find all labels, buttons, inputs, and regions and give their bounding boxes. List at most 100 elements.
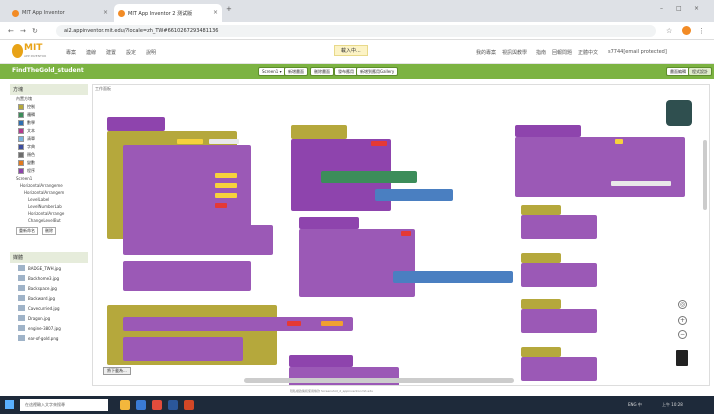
component-tree-item[interactable]: LevelLabel xyxy=(10,196,88,203)
taskbar-search[interactable]: 在這裡輸入文字來搜尋 xyxy=(20,399,108,411)
profile-avatar[interactable] xyxy=(682,26,691,35)
block-slot[interactable] xyxy=(615,139,623,144)
menu-settings[interactable]: 設定 xyxy=(126,49,136,56)
menu-tutorials[interactable]: 視訊與教學 xyxy=(502,49,527,56)
set-block[interactable] xyxy=(123,261,251,291)
menu-help[interactable]: 說明 xyxy=(146,49,156,56)
block-slot[interactable] xyxy=(611,181,671,186)
menu-build[interactable]: 建置 xyxy=(106,49,116,56)
trash-icon[interactable] xyxy=(676,350,688,366)
zoom-in-icon[interactable]: + xyxy=(678,316,687,325)
menu-my-projects[interactable]: 我的專案 xyxy=(476,49,496,56)
block-slot[interactable] xyxy=(215,173,237,178)
maximize-icon[interactable]: □ xyxy=(676,5,682,12)
event-block[interactable] xyxy=(291,125,347,139)
procedure-block[interactable] xyxy=(299,229,415,297)
close-icon[interactable]: × xyxy=(103,9,108,16)
builtin-category[interactable]: 清單 xyxy=(18,135,88,143)
screen-select[interactable]: Screen1 ▾ xyxy=(258,67,286,76)
component-tree-item[interactable]: HorizontalArrangem xyxy=(10,189,88,196)
logic-block[interactable] xyxy=(321,171,417,183)
block-slot[interactable] xyxy=(177,139,203,144)
set-block[interactable] xyxy=(521,263,597,287)
file-explorer-icon[interactable] xyxy=(120,400,130,410)
menu-guide[interactable]: 指南 xyxy=(536,49,546,56)
add-screen-button[interactable]: 新增畫面 xyxy=(284,67,308,76)
media-item[interactable]: Backhome3.jpg xyxy=(10,273,88,283)
back-icon[interactable]: ← xyxy=(8,27,14,35)
procedure-call-block[interactable] xyxy=(123,145,251,237)
builtin-category[interactable]: 文本 xyxy=(18,127,88,135)
block-slot[interactable] xyxy=(215,203,227,208)
component-tree-item[interactable]: HorizontalArrange xyxy=(10,210,88,217)
set-block[interactable] xyxy=(123,337,243,361)
media-item[interactable]: Backward.jpg xyxy=(10,293,88,303)
builtin-category[interactable]: 字典 xyxy=(18,143,88,151)
remove-screen-button[interactable]: 刪除畫面 xyxy=(310,67,334,76)
set-block[interactable] xyxy=(123,317,353,331)
gallery-button[interactable]: 新增到應用Gallery xyxy=(356,67,399,76)
event-block[interactable] xyxy=(521,205,561,215)
blocks-workspace[interactable]: 工作面板 將下載為... xyxy=(92,84,710,386)
block-slot[interactable] xyxy=(215,193,237,198)
block-slot[interactable] xyxy=(371,141,387,146)
procedure-block[interactable] xyxy=(289,355,353,367)
rename-button[interactable]: 重新命名 xyxy=(16,227,38,235)
menu-language[interactable]: 正體中文 xyxy=(578,49,598,56)
builtin-category[interactable]: 變數 xyxy=(18,159,88,167)
vertical-scrollbar[interactable] xyxy=(703,140,707,210)
word-icon[interactable] xyxy=(168,400,178,410)
media-item[interactable]: BADGE_TWH.jpg xyxy=(10,263,88,273)
event-block[interactable] xyxy=(521,253,561,263)
menu-dots-icon[interactable]: ⋮ xyxy=(698,27,705,35)
media-item[interactable]: Backspace.jpg xyxy=(10,283,88,293)
menu-account[interactable]: s7744[email protected] xyxy=(608,49,667,55)
builtin-category[interactable]: 數學 xyxy=(18,119,88,127)
new-tab-icon[interactable]: + xyxy=(226,5,232,13)
tray-language[interactable]: ENG 中 xyxy=(628,402,642,408)
minimize-icon[interactable]: – xyxy=(660,5,663,12)
block-slot[interactable] xyxy=(287,321,301,326)
procedure-block[interactable] xyxy=(515,137,685,197)
builtin-category[interactable]: 控制 xyxy=(18,103,88,111)
block-slot[interactable] xyxy=(215,183,237,188)
procedure-block[interactable] xyxy=(515,125,581,137)
builtin-category[interactable]: 邏輯 xyxy=(18,111,88,119)
edge-icon[interactable] xyxy=(136,400,146,410)
procedure-block[interactable] xyxy=(289,367,399,385)
blocks-button[interactable]: 程式設計 xyxy=(688,67,712,76)
event-block[interactable] xyxy=(107,117,165,131)
delete-button[interactable]: 刪除 xyxy=(42,227,56,235)
menu-connect[interactable]: 連線 xyxy=(86,49,96,56)
block-slot[interactable] xyxy=(401,231,411,236)
zoom-out-icon[interactable]: − xyxy=(678,330,687,339)
set-block[interactable] xyxy=(123,225,273,255)
media-item[interactable]: Dragon.jpg xyxy=(10,313,88,323)
reload-icon[interactable]: ↻ xyxy=(32,27,38,35)
powerpoint-icon[interactable] xyxy=(184,400,194,410)
recenter-icon[interactable]: ◎ xyxy=(678,300,687,309)
event-block[interactable] xyxy=(521,299,561,309)
designer-button[interactable]: 畫面編輯 xyxy=(666,67,690,76)
bookmark-star-icon[interactable]: ☆ xyxy=(666,27,672,35)
event-block[interactable] xyxy=(521,347,561,357)
browser-tab-active[interactable]: MIT App Inventor 2 测试版 × xyxy=(114,4,222,22)
component-tree-item[interactable]: LevelNumberLab xyxy=(10,203,88,210)
close-icon[interactable]: × xyxy=(213,9,218,16)
builtin-label[interactable]: 內置方塊 xyxy=(10,95,88,103)
component-tree-item[interactable]: ChangeLevelBut xyxy=(10,217,88,224)
menu-project[interactable]: 專案 xyxy=(66,49,76,56)
block-slot[interactable] xyxy=(321,321,343,326)
horizontal-scrollbar[interactable] xyxy=(244,378,514,383)
chrome-icon[interactable] xyxy=(152,400,162,410)
close-window-icon[interactable]: × xyxy=(694,5,699,12)
block-slot[interactable] xyxy=(209,139,239,144)
url-field[interactable]: ai2.appinventor.mit.edu/?locale=zh_TW#66… xyxy=(56,25,656,37)
procedure-block[interactable] xyxy=(299,217,359,229)
media-item[interactable]: ear-of-gold.png xyxy=(10,333,88,343)
menu-report[interactable]: 回報問題 xyxy=(552,49,572,56)
media-item[interactable]: engine-3807.jpg xyxy=(10,323,88,333)
publish-button[interactable]: 發布應用 xyxy=(334,67,358,76)
component-tree-item[interactable]: Screen1 xyxy=(10,175,88,182)
set-block[interactable] xyxy=(521,357,597,381)
